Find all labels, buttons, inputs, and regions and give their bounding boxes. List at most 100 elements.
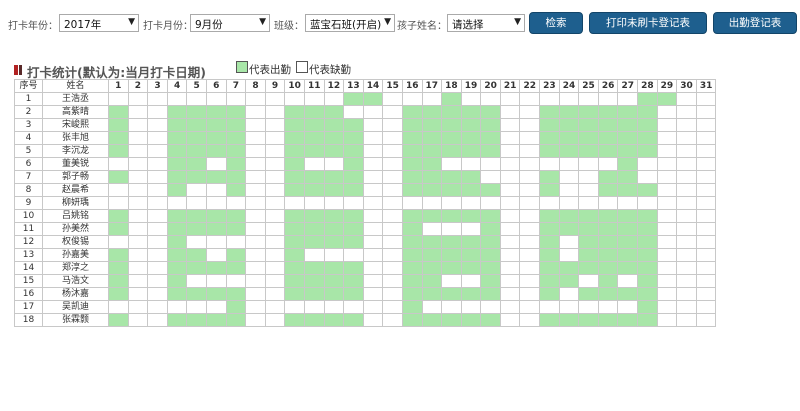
day-cell-present <box>343 118 364 132</box>
table-row: 2 高紫晴 <box>14 105 717 119</box>
day-cell-present <box>597 248 619 262</box>
day-cell-present <box>421 235 443 249</box>
day-cell-present <box>597 261 619 275</box>
chevron-down-icon: ▼ <box>384 17 391 27</box>
day-cell-present <box>303 105 325 119</box>
attendance-form-button[interactable]: 出勤登记表 <box>713 12 797 34</box>
class-label: 班级： <box>274 21 304 32</box>
table-row: 15 马浩文 <box>14 274 717 288</box>
day-cell-present <box>225 261 247 275</box>
day-cell-absent <box>578 92 599 106</box>
day-cell-absent <box>225 92 247 106</box>
day-cell-present <box>597 144 619 158</box>
day-cell-present <box>186 170 207 184</box>
day-cell-present <box>597 274 619 288</box>
search-button[interactable]: 检索 <box>529 12 583 34</box>
day-cell-present <box>401 131 423 145</box>
day-cell-absent <box>676 209 697 223</box>
day-cell-present <box>597 105 619 119</box>
day-cell-present <box>186 287 207 301</box>
day-cell-absent <box>499 105 521 119</box>
day-cell-absent <box>499 274 521 288</box>
day-cell-absent <box>284 196 305 210</box>
row-name: 李沉龙 <box>42 144 109 158</box>
day-cell-absent <box>127 287 149 301</box>
day-cell-present <box>441 131 462 145</box>
day-cell-absent <box>127 183 149 197</box>
day-cell-absent <box>343 196 364 210</box>
day-cell-absent <box>166 92 188 106</box>
day-cell-present <box>421 261 443 275</box>
day-cell-present <box>539 170 560 184</box>
day-cell-present <box>225 170 247 184</box>
row-index: 13 <box>14 248 43 262</box>
day-cell-absent <box>676 287 697 301</box>
day-cell-absent <box>147 274 168 288</box>
day-cell-present <box>108 105 129 119</box>
header-day-17: 17 <box>421 79 443 93</box>
day-cell-absent <box>362 105 384 119</box>
day-cell-absent <box>558 235 580 249</box>
day-cell-absent <box>225 235 247 249</box>
day-cell-absent <box>519 157 541 171</box>
day-cell-absent <box>441 274 462 288</box>
day-cell-absent <box>578 170 599 184</box>
print-unswiped-button[interactable]: 打印未刷卡登记表 <box>589 12 707 34</box>
day-cell-absent <box>578 196 599 210</box>
day-cell-absent <box>147 248 168 262</box>
day-cell-present <box>205 313 227 327</box>
day-cell-present <box>323 170 345 184</box>
day-cell-absent <box>695 144 717 158</box>
row-name: 王浩丞 <box>42 92 109 106</box>
day-cell-absent <box>186 300 207 314</box>
month-select[interactable]: 9月份 ▼ <box>190 14 270 32</box>
day-cell-present <box>617 235 639 249</box>
day-cell-absent <box>539 157 560 171</box>
table-row: 1 王浩丞 <box>14 92 717 106</box>
day-cell-absent <box>558 170 580 184</box>
day-cell-absent <box>205 235 227 249</box>
header-day-20: 20 <box>480 79 501 93</box>
day-cell-absent <box>617 196 639 210</box>
day-cell-present <box>186 209 207 223</box>
row-index: 3 <box>14 118 43 132</box>
day-cell-absent <box>147 300 168 314</box>
day-cell-present <box>637 118 658 132</box>
class-select[interactable]: 蓝宝石班(开启) ▼ <box>305 14 395 32</box>
day-cell-absent <box>597 196 619 210</box>
day-cell-present <box>284 274 305 288</box>
day-cell-present <box>578 222 599 236</box>
header-day-26: 26 <box>597 79 619 93</box>
day-cell-absent <box>656 183 678 197</box>
day-cell-absent <box>382 170 403 184</box>
day-cell-present <box>166 131 188 145</box>
month-label: 打卡月份： <box>143 21 193 32</box>
day-cell-present <box>637 313 658 327</box>
day-cell-absent <box>323 300 345 314</box>
day-cell-absent <box>127 300 149 314</box>
day-cell-absent <box>676 157 697 171</box>
day-cell-absent <box>264 170 286 184</box>
day-cell-absent <box>499 144 521 158</box>
day-cell-absent <box>695 209 717 223</box>
day-cell-absent <box>695 313 717 327</box>
day-cell-present <box>303 287 325 301</box>
day-cell-present <box>225 300 247 314</box>
table-header-row: 序号 姓名 1 2 3 4 5 6 7 8 9 10 11 12 13 14 15 16 17 18 19 20 21 22 2… <box>14 79 717 93</box>
row-index: 2 <box>14 105 43 119</box>
day-cell-absent <box>637 196 658 210</box>
day-cell-present <box>460 144 482 158</box>
day-cell-present <box>284 105 305 119</box>
day-cell-present <box>441 313 462 327</box>
day-cell-absent <box>264 287 286 301</box>
year-select[interactable]: 2017年 ▼ <box>59 14 139 32</box>
day-cell-present <box>225 105 247 119</box>
header-day-3: 3 <box>147 79 168 93</box>
child-select[interactable]: 请选择 ▼ <box>447 14 525 32</box>
header-day-18: 18 <box>441 79 462 93</box>
day-cell-absent <box>147 144 168 158</box>
day-cell-absent <box>362 313 384 327</box>
day-cell-absent <box>205 196 227 210</box>
day-cell-absent <box>597 300 619 314</box>
day-cell-present <box>323 261 345 275</box>
